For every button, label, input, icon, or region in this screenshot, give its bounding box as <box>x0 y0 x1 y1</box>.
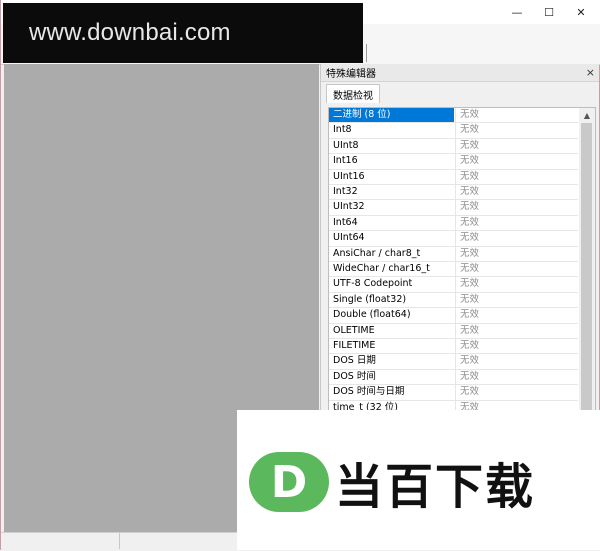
grid-row[interactable]: DOS 时间 无效 <box>329 369 578 386</box>
grid-row[interactable]: Int64 无效 <box>329 215 578 232</box>
grid-row-value: 无效 <box>455 292 578 308</box>
grid-row-type: Int32 <box>333 186 358 197</box>
watermark-url-banner: www.downbai.com <box>3 3 363 63</box>
grid-row-type: UInt8 <box>333 139 359 151</box>
grid-row-type: Int64 <box>333 216 358 228</box>
grid-row-value: 无效 <box>455 277 578 292</box>
grid-row[interactable]: UInt64 无效 <box>329 231 578 247</box>
grid-row[interactable]: Double (float64) 无效 <box>329 308 578 324</box>
grid-row-type: UInt64 <box>333 232 365 244</box>
grid-row[interactable]: DOS 日期 无效 <box>329 354 578 370</box>
grid-row-value: 无效 <box>455 262 578 277</box>
grid-row-type: DOS 时间与日期 <box>333 386 405 398</box>
grid-row-value: 无效 <box>455 154 578 169</box>
tab-data-inspector[interactable]: 数据检视 <box>326 84 380 103</box>
grid-row-value: 无效 <box>455 308 578 323</box>
grid-row-type: Double (float64) <box>333 309 411 321</box>
grid-row-type: FILETIME <box>333 340 376 351</box>
grid-row-type: 二进制 (8 位) <box>329 108 454 123</box>
grid-row[interactable]: UInt32 无效 <box>329 200 578 216</box>
grid-row[interactable]: WideChar / char16_t 无效 <box>329 262 578 278</box>
grid-row[interactable]: 二进制 (8 位) 无效 <box>329 108 578 124</box>
grid-row[interactable]: Int16 无效 <box>329 154 578 170</box>
grid-row[interactable]: Single (float32) 无效 <box>329 292 578 309</box>
grid-row-value: 无效 <box>455 138 578 154</box>
grid-row[interactable]: Int8 无效 <box>329 123 578 139</box>
grid-row-type: DOS 日期 <box>333 355 376 367</box>
data-inspector-grid: time_t (32 位) 无效 DOS 时间与日期 无效 DOS 时间 无效 DOS 日期… <box>328 107 596 419</box>
grid-row-value: 无效 <box>455 339 578 354</box>
grid-row-type: AnsiChar / char8_t <box>333 247 421 259</box>
grid-row[interactable]: UTF-8 Codepoint 无效 <box>329 277 578 293</box>
grid-row-value: 无效 <box>455 200 578 215</box>
grid-row-type: DOS 时间 <box>333 370 376 382</box>
grid-row[interactable]: AnsiChar / char8_t 无效 <box>329 246 578 262</box>
grid-row-value: 无效 <box>455 231 578 246</box>
grid-row-value: 无效 <box>455 123 578 138</box>
scroll-up-icon[interactable]: ▲ <box>579 108 595 122</box>
grid-row-value: 无效 <box>455 169 578 184</box>
grid-row-value: 无效 <box>455 369 578 385</box>
status-bar-divider <box>119 533 120 549</box>
grid-row-value: 无效 <box>455 354 578 369</box>
grid-row-value: 无效 <box>455 108 578 123</box>
grid-row[interactable]: OLETIME 无效 <box>329 323 578 339</box>
grid-row-value: 无效 <box>455 246 578 261</box>
grid-row-value: 无效 <box>455 185 578 200</box>
toolbar-separator <box>366 44 367 62</box>
panel-title-label: 特殊编辑器 <box>326 69 376 80</box>
grid-row-type: UTF-8 Codepoint <box>333 278 413 290</box>
grid-row-type: UInt32 <box>333 201 365 213</box>
maximize-icon[interactable]: ☐ <box>533 0 565 24</box>
scroll-thumb[interactable] <box>581 123 592 418</box>
close-icon[interactable]: ✕ <box>565 0 597 24</box>
grid-row-type: Int16 <box>333 155 358 167</box>
grid-row-value: 无效 <box>455 385 578 400</box>
grid-row[interactable]: UInt8 无效 <box>329 138 578 155</box>
grid-row-type: OLETIME <box>333 324 375 336</box>
grid-row[interactable]: DOS 时间与日期 无效 <box>329 385 578 401</box>
logo-text: 当百下载 <box>335 459 536 515</box>
grid-row-type: Single (float32) <box>333 293 407 305</box>
grid-row-type: UInt16 <box>333 170 365 182</box>
minimize-icon[interactable]: — <box>501 0 533 24</box>
panel-title: 特殊编辑器 × <box>321 64 599 82</box>
watermark-logo: D 当百下载 <box>237 410 600 550</box>
grid-row-type: WideChar / char16_t <box>333 263 430 274</box>
grid-row-value: 无效 <box>455 323 578 338</box>
grid-row-value: 无效 <box>455 215 578 231</box>
grid-row[interactable]: UInt16 无效 <box>329 169 578 185</box>
vertical-scrollbar[interactable]: ▲ <box>579 108 595 418</box>
logo-letter: D <box>270 456 308 508</box>
grid-row-type: Int8 <box>333 124 352 136</box>
grid-row[interactable]: FILETIME 无效 <box>329 339 578 355</box>
panel-close-icon[interactable]: × <box>586 66 595 79</box>
grid-row[interactable]: Int32 无效 <box>329 185 578 201</box>
